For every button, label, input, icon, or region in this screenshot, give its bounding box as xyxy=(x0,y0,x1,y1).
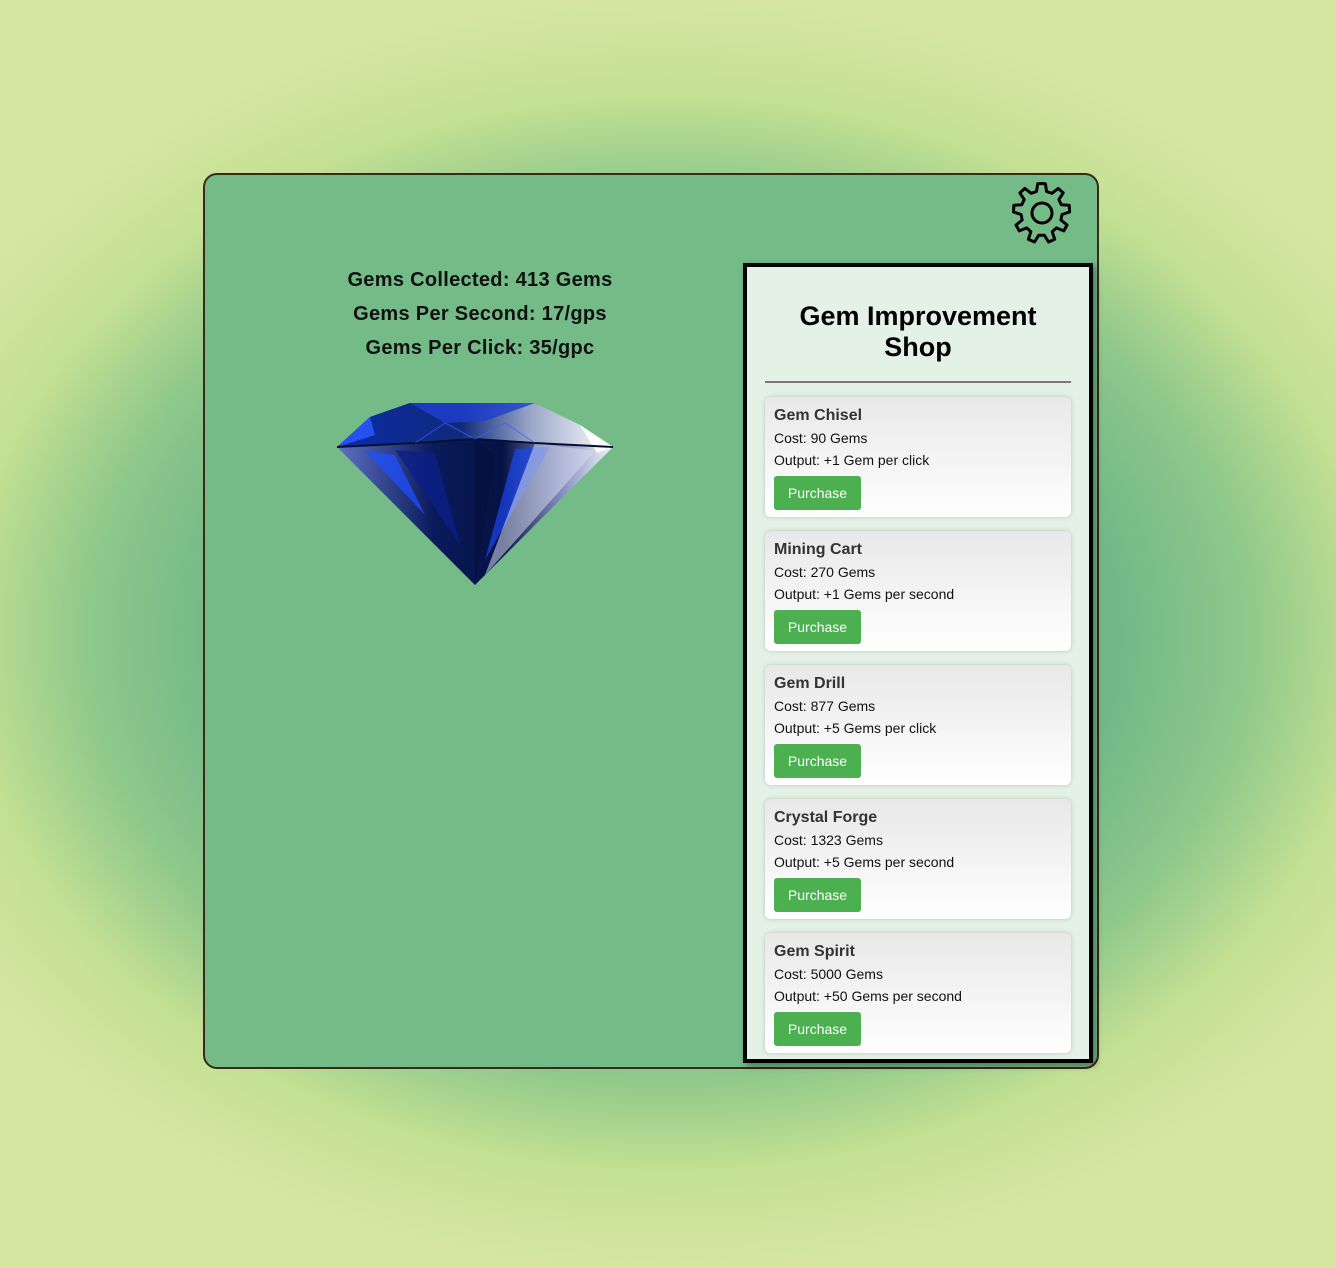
item-output: Output: +5 Gems per second xyxy=(774,854,955,870)
item-output: Output: +1 Gems per second xyxy=(774,586,955,602)
settings-button[interactable] xyxy=(1007,180,1077,250)
shop-item-gem-spirit: Gem Spirit Cost: 5000 Gems Output: +50 G… xyxy=(765,933,1071,1053)
item-name: Mining Cart xyxy=(774,541,862,558)
shop-title: Gem Improvement Shop xyxy=(799,301,1037,362)
purchase-button[interactable]: Purchase xyxy=(774,878,861,912)
purchase-button[interactable]: Purchase xyxy=(774,744,861,778)
blue-diamond-gem-icon xyxy=(336,403,614,585)
item-output: Output: +1 Gem per click xyxy=(774,452,930,468)
gems-per-click-label: Gems Per Click: 35/gpc xyxy=(365,337,595,359)
gear-icon xyxy=(1012,182,1072,244)
item-cost: Cost: 90 Gems xyxy=(774,430,868,446)
shop-item-gem-drill: Gem Drill Cost: 877 Gems Output: +5 Gems… xyxy=(765,665,1071,785)
gem-click-target[interactable] xyxy=(335,395,615,585)
shop-item-list: Gem Chisel Cost: 90 Gems Output: +1 Gem … xyxy=(747,397,1089,1053)
shop-item-gem-chisel: Gem Chisel Cost: 90 Gems Output: +1 Gem … xyxy=(765,397,1071,517)
purchase-button[interactable]: Purchase xyxy=(774,610,861,644)
item-output: Output: +5 Gems per click xyxy=(774,720,937,736)
item-name: Crystal Forge xyxy=(774,809,878,826)
item-cost: Cost: 270 Gems xyxy=(774,564,876,580)
game-container: Gems Collected: 413 Gems Gems Per Second… xyxy=(203,173,1099,1069)
item-cost: Cost: 5000 Gems xyxy=(774,966,883,982)
item-output: Output: +50 Gems per second xyxy=(774,988,962,1004)
purchase-button[interactable]: Purchase xyxy=(774,476,861,510)
item-name: Gem Spirit xyxy=(774,943,855,960)
gems-per-second-label: Gems Per Second: 17/gps xyxy=(353,303,607,325)
item-cost: Cost: 1323 Gems xyxy=(774,832,883,848)
purchase-button[interactable]: Purchase xyxy=(774,1012,861,1046)
shop-divider xyxy=(765,381,1071,383)
item-name: Gem Chisel xyxy=(774,407,863,424)
gems-collected-label: Gems Collected: 413 Gems xyxy=(347,269,613,291)
shop-panel: Gem Improvement Shop Gem Chisel Cost: 90… xyxy=(743,263,1093,1063)
item-cost: Cost: 877 Gems xyxy=(774,698,876,714)
shop-item-mining-cart: Mining Cart Cost: 270 Gems Output: +1 Ge… xyxy=(765,531,1071,651)
stats-panel: Gems Collected: 413 Gems Gems Per Second… xyxy=(275,263,685,365)
shop-item-crystal-forge: Crystal Forge Cost: 1323 Gems Output: +5… xyxy=(765,799,1071,919)
item-name: Gem Drill xyxy=(774,675,846,692)
